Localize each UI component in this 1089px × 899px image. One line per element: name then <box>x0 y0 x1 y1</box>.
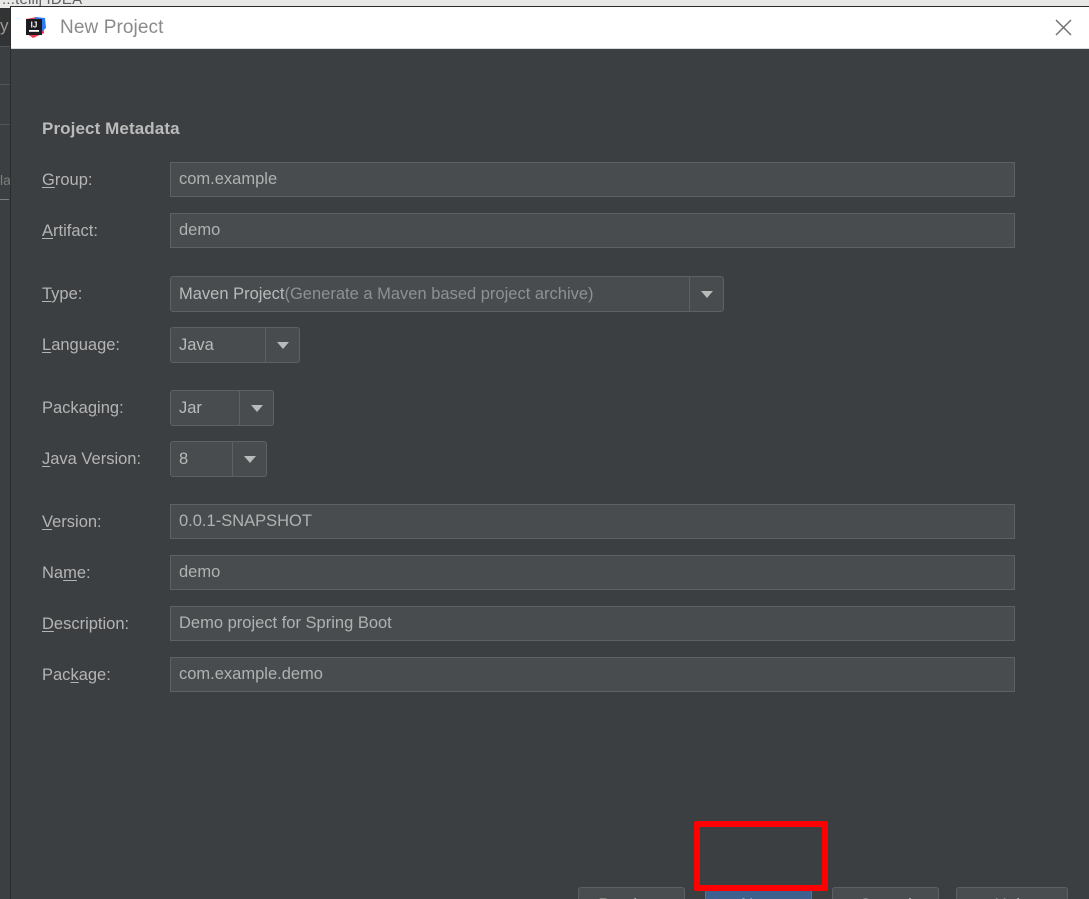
java-version-combo[interactable]: 8 <box>170 441 267 477</box>
ide-left-text: la <box>0 172 11 188</box>
ide-left-divider-3 <box>0 124 11 125</box>
dialog-title: New Project <box>60 16 164 38</box>
package-input[interactable]: com.example.demo <box>170 657 1015 692</box>
artifact-input[interactable]: demo <box>170 213 1015 248</box>
version-input[interactable]: 0.0.1-SNAPSHOT <box>170 504 1015 539</box>
next-button[interactable]: Next <box>705 887 812 899</box>
type-combo[interactable]: Maven Project (Generate a Maven based pr… <box>170 276 724 312</box>
help-button[interactable]: Help <box>956 887 1068 899</box>
ide-left-letter: y <box>0 16 9 35</box>
close-icon[interactable] <box>1037 7 1089 48</box>
java-version-combo-value: 8 <box>179 449 189 468</box>
name-input[interactable]: demo <box>170 555 1015 590</box>
ide-left-divider-2 <box>0 84 11 85</box>
new-project-dialog: IJ New Project Project Metadata Group: c… <box>11 7 1089 899</box>
cancel-button[interactable]: Cancel <box>832 887 939 899</box>
language-combo-value: Java <box>179 335 214 354</box>
intellij-idea-icon: IJ <box>23 16 47 40</box>
packaging-combo-value: Jar <box>179 398 202 417</box>
label-language: Language: <box>42 336 121 354</box>
type-combo-value: Maven Project (Generate a Maven based pr… <box>179 284 594 303</box>
screen: ...tellij IDEA y la IJ New Projec <box>0 0 1089 899</box>
ide-left-divider-1 <box>0 46 11 47</box>
chevron-down-icon[interactable] <box>239 391 273 425</box>
description-input[interactable]: Demo project for Spring Boot <box>170 606 1015 641</box>
previous-button[interactable]: Previous <box>578 887 685 899</box>
chevron-down-icon[interactable] <box>232 442 266 476</box>
label-package: Package: <box>42 666 111 684</box>
label-packaging: Packaging: <box>42 399 124 417</box>
label-artifact: Artifact: <box>42 222 98 240</box>
label-description: Description: <box>42 615 130 633</box>
dialog-titlebar: IJ New Project <box>11 7 1089 49</box>
label-type: Type: <box>42 285 83 303</box>
page-title: Project Metadata <box>42 119 180 138</box>
dialog-body: Project Metadata Group: com.example Arti… <box>11 49 1089 899</box>
label-name: Name: <box>42 564 91 582</box>
ide-left-dash <box>0 199 9 200</box>
chevron-down-icon[interactable] <box>689 277 723 311</box>
group-input[interactable]: com.example <box>170 162 1015 197</box>
label-group: Group: <box>42 171 93 189</box>
chevron-down-icon[interactable] <box>265 328 299 362</box>
packaging-combo[interactable]: Jar <box>170 390 274 426</box>
label-version: Version: <box>42 513 102 531</box>
label-java-version: Java Version: <box>42 450 142 468</box>
svg-text:IJ: IJ <box>31 20 38 29</box>
language-combo[interactable]: Java <box>170 327 300 363</box>
